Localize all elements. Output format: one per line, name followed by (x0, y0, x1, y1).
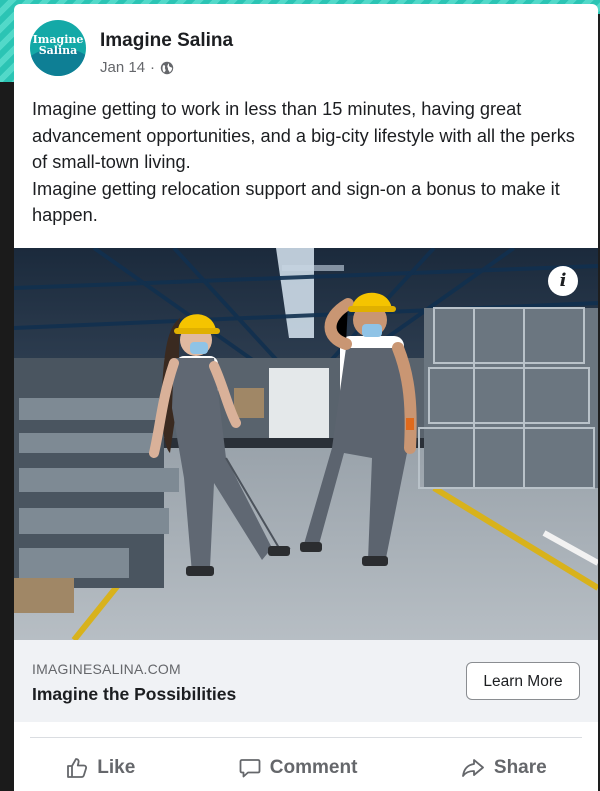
post-card: Imagine Salina Imagine Salina Jan 14 · Im… (14, 4, 598, 791)
post-meta: Jan 14 · (100, 59, 174, 76)
left-edge (0, 0, 14, 791)
learn-more-button[interactable]: Learn More (466, 662, 580, 700)
link-headline[interactable]: Imagine the Possibilities (32, 684, 236, 705)
warehouse-workers-image (14, 248, 598, 640)
comment-bubble-icon (239, 758, 261, 777)
share-arrow-icon (462, 758, 484, 777)
background-teal-corner (0, 0, 14, 82)
comment-label: Comment (269, 756, 358, 778)
info-icon[interactable]: i (548, 266, 578, 296)
post-actions: Like Comment Share (14, 744, 598, 791)
link-preview[interactable]: IMAGINESALINA.COM Imagine the Possibilit… (14, 640, 598, 722)
post-date[interactable]: Jan 14 (100, 59, 145, 76)
avatar-logo-text: Imagine Salina (32, 33, 84, 57)
like-button[interactable]: Like (65, 756, 135, 780)
meta-separator: · (150, 59, 156, 76)
post-photo[interactable]: i (14, 248, 598, 640)
share-label: Share (493, 756, 547, 778)
link-domain: IMAGINESALINA.COM (32, 661, 181, 677)
share-button[interactable]: Share (460, 756, 547, 780)
globe-icon[interactable] (160, 61, 174, 75)
page-avatar[interactable]: Imagine Salina (30, 20, 86, 76)
page-name[interactable]: Imagine Salina (100, 30, 233, 52)
like-label: Like (97, 756, 136, 778)
comment-button[interactable]: Comment (238, 756, 358, 780)
thumbs-up-icon (67, 757, 88, 778)
post-text: Imagine getting to work in less than 15 … (32, 99, 575, 225)
actions-divider (30, 737, 582, 738)
post-header: Imagine Salina Imagine Salina Jan 14 · (14, 4, 598, 84)
